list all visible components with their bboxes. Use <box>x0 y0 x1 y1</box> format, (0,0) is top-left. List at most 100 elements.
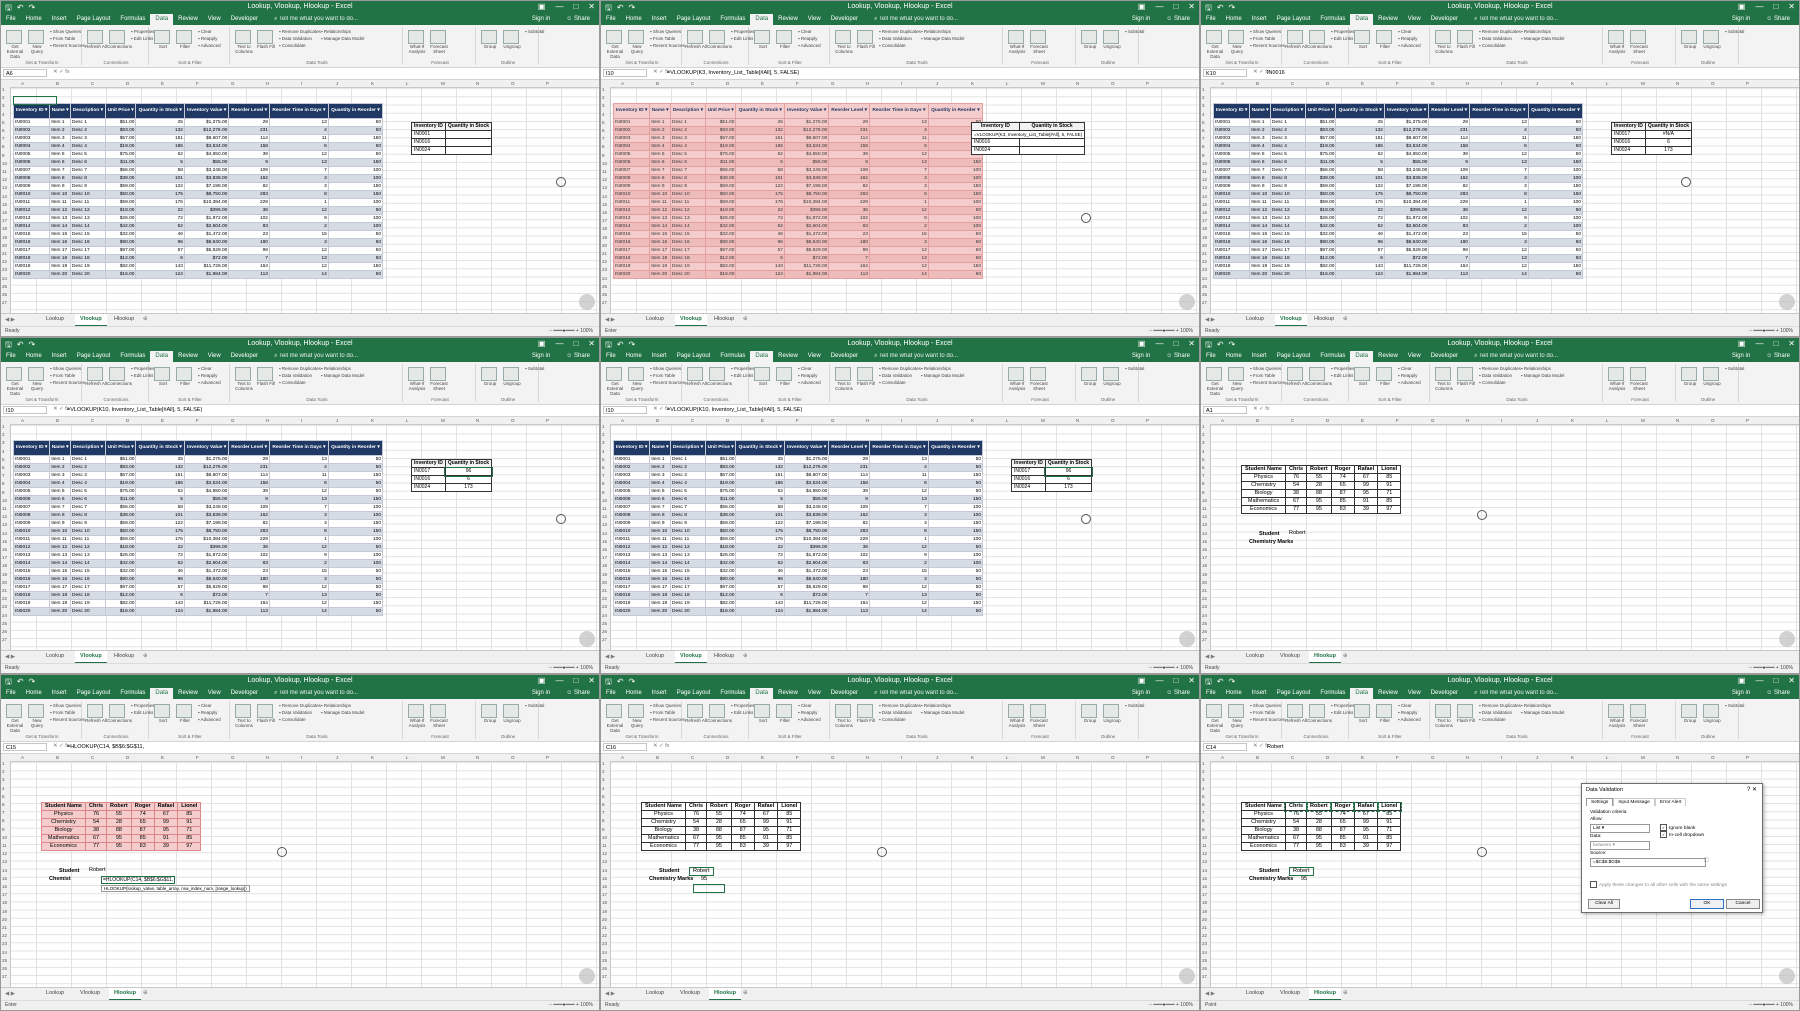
table-cell[interactable]: 100 <box>1527 174 1584 183</box>
table-cell[interactable]: Desc 10 <box>670 190 706 199</box>
column-header-G[interactable]: G <box>831 755 835 760</box>
table-cell[interactable]: 114 <box>228 134 270 143</box>
table-cell[interactable]: 62 <box>735 559 785 568</box>
get-external-data-button[interactable]: Get External Data <box>4 718 26 733</box>
connections-icon[interactable] <box>709 30 725 44</box>
data-validation-button[interactable]: ▪ Data Validation <box>279 710 312 715</box>
table-cell[interactable]: IN0006 <box>612 158 651 167</box>
row-header[interactable]: 22 <box>2 933 7 938</box>
new-query-icon[interactable] <box>628 30 644 44</box>
reapply-button[interactable]: ▪ Reapply <box>198 710 217 715</box>
table-cell[interactable]: $56.00 <box>104 166 137 175</box>
column-header-A[interactable]: A <box>1221 418 1224 423</box>
refresh-all-button[interactable]: Refresh All <box>685 44 707 49</box>
group-icon[interactable] <box>1081 367 1097 381</box>
get-external-data-icon[interactable] <box>1206 367 1222 381</box>
table-cell[interactable]: $1,984.00 <box>1383 270 1430 279</box>
column-header-E[interactable]: E <box>1361 418 1364 423</box>
table-cell[interactable]: Item 17 <box>649 583 672 592</box>
row-header[interactable]: 13 <box>602 185 607 190</box>
table-cell[interactable]: 176 <box>735 198 785 207</box>
tab-review[interactable]: Review <box>173 351 203 362</box>
column-header-I[interactable]: I <box>301 418 302 423</box>
row-header[interactable]: 23 <box>602 941 607 946</box>
table-cell[interactable]: 83 <box>828 222 870 231</box>
manage-data-model-button[interactable]: ▪ Manage Data Model <box>1521 710 1564 715</box>
table-cell[interactable]: 50 <box>327 567 384 576</box>
table-cell[interactable]: $26.00 <box>104 551 137 560</box>
column-header-G[interactable]: G <box>831 418 835 423</box>
table-cell[interactable]: 150 <box>327 519 384 528</box>
table-cell[interactable]: $8,750.00 <box>1383 190 1430 199</box>
table-cell[interactable]: $1,275.00 <box>783 455 830 464</box>
sheet-nav-arrows[interactable]: ◀ ▶ <box>1205 654 1215 660</box>
table-cell[interactable]: 12 <box>868 206 929 215</box>
sheet-tab-lookup[interactable]: Lookup <box>41 651 69 662</box>
marks-cell[interactable]: 91 <box>753 834 779 843</box>
tab-home[interactable]: Home <box>21 14 47 25</box>
what-if-analysis-button[interactable]: What-If Analysis <box>1006 381 1028 391</box>
table-cell[interactable]: IN0003 <box>612 134 651 143</box>
table-cell[interactable]: Item 4 <box>49 142 72 151</box>
table-cell[interactable]: $16.00 <box>104 270 137 279</box>
row-header[interactable]: 14 <box>1202 868 1207 873</box>
column-header-cell[interactable]: Reorder Time in Days ▾ <box>268 440 329 456</box>
flash-fill-button[interactable]: Flash Fill <box>255 718 277 723</box>
row-header[interactable]: 4 <box>602 112 605 117</box>
refresh-all-icon[interactable] <box>687 704 703 718</box>
row-header[interactable]: 24 <box>2 950 7 955</box>
sheet-tab-lookup[interactable]: Lookup <box>641 988 669 999</box>
sign-in-link[interactable]: Sign in <box>1127 688 1155 699</box>
column-header-G[interactable]: G <box>231 755 235 760</box>
lookup-qty-cell[interactable] <box>1018 138 1086 147</box>
recent-sources-button[interactable]: ▪ Recent Sources <box>1250 717 1285 722</box>
table-cell[interactable]: $12,276.00 <box>1383 126 1430 135</box>
zoom-level[interactable]: − ━━━●━━━ + 100% <box>549 328 593 334</box>
table-cell[interactable]: 62 <box>135 487 185 496</box>
table-cell[interactable]: 113 <box>228 270 270 279</box>
table-cell[interactable]: 4 <box>1468 126 1529 135</box>
text-to-columns-button[interactable]: Text to Columns <box>833 718 855 728</box>
consolidate-button[interactable]: ▪ Consolidate <box>1479 717 1506 722</box>
table-cell[interactable]: IN0007 <box>12 166 51 175</box>
group-icon[interactable] <box>1681 704 1697 718</box>
table-cell[interactable]: $50.00 <box>704 527 737 536</box>
reapply-button[interactable]: ▪ Reapply <box>198 36 217 41</box>
table-cell[interactable]: $2,604.00 <box>783 222 830 231</box>
refresh-all-button[interactable]: Refresh All <box>85 718 107 723</box>
sort-button[interactable]: Sort <box>752 381 774 386</box>
get-external-data-icon[interactable] <box>6 704 22 718</box>
table-cell[interactable]: 12 <box>268 246 329 255</box>
column-header-cell[interactable]: Inventory Value ▾ <box>783 103 830 119</box>
row-header[interactable]: 9 <box>2 827 5 832</box>
add-sheet-icon[interactable]: ⊕ <box>743 653 748 659</box>
table-cell[interactable]: Desc 4 <box>670 142 706 151</box>
forecast-sheet-icon[interactable] <box>1030 367 1046 381</box>
consolidate-button[interactable]: ▪ Consolidate <box>879 380 906 385</box>
table-cell[interactable]: IN0002 <box>1212 126 1251 135</box>
row-header[interactable]: 1 <box>1202 424 1205 429</box>
connections-button[interactable]: Connections <box>107 381 132 386</box>
tab-view[interactable]: View <box>1403 351 1426 362</box>
tell-me-search[interactable]: ⌕ Tell me what you want to do... <box>1469 351 1563 362</box>
table-cell[interactable]: $32.00 <box>704 567 737 576</box>
table-cell[interactable]: 62 <box>135 222 185 231</box>
table-cell[interactable]: 13 <box>868 254 929 263</box>
table-cell[interactable]: $8,750.00 <box>783 190 830 199</box>
table-cell[interactable]: IN0014 <box>1212 222 1251 231</box>
row-header[interactable]: 24 <box>2 276 7 281</box>
table-cell[interactable]: $1,984.00 <box>183 270 230 279</box>
table-cell[interactable]: Item 19 <box>1249 262 1272 271</box>
table-cell[interactable]: 11 <box>268 471 329 480</box>
table-cell[interactable]: 102 <box>228 551 270 560</box>
table-cell[interactable]: IN0019 <box>12 262 51 271</box>
table-cell[interactable]: 164 <box>828 599 870 608</box>
table-cell[interactable]: 175 <box>135 527 185 536</box>
column-header-M[interactable]: M <box>1041 81 1045 86</box>
table-cell[interactable]: 100 <box>927 198 984 207</box>
marks-cell[interactable]: Biology <box>1241 826 1286 835</box>
lookup-id-cell[interactable]: IN0016 <box>411 138 446 147</box>
table-cell[interactable]: $396.00 <box>783 543 830 552</box>
table-cell[interactable]: $1,275.00 <box>1383 118 1430 127</box>
table-cell[interactable]: $1,872.00 <box>783 551 830 560</box>
